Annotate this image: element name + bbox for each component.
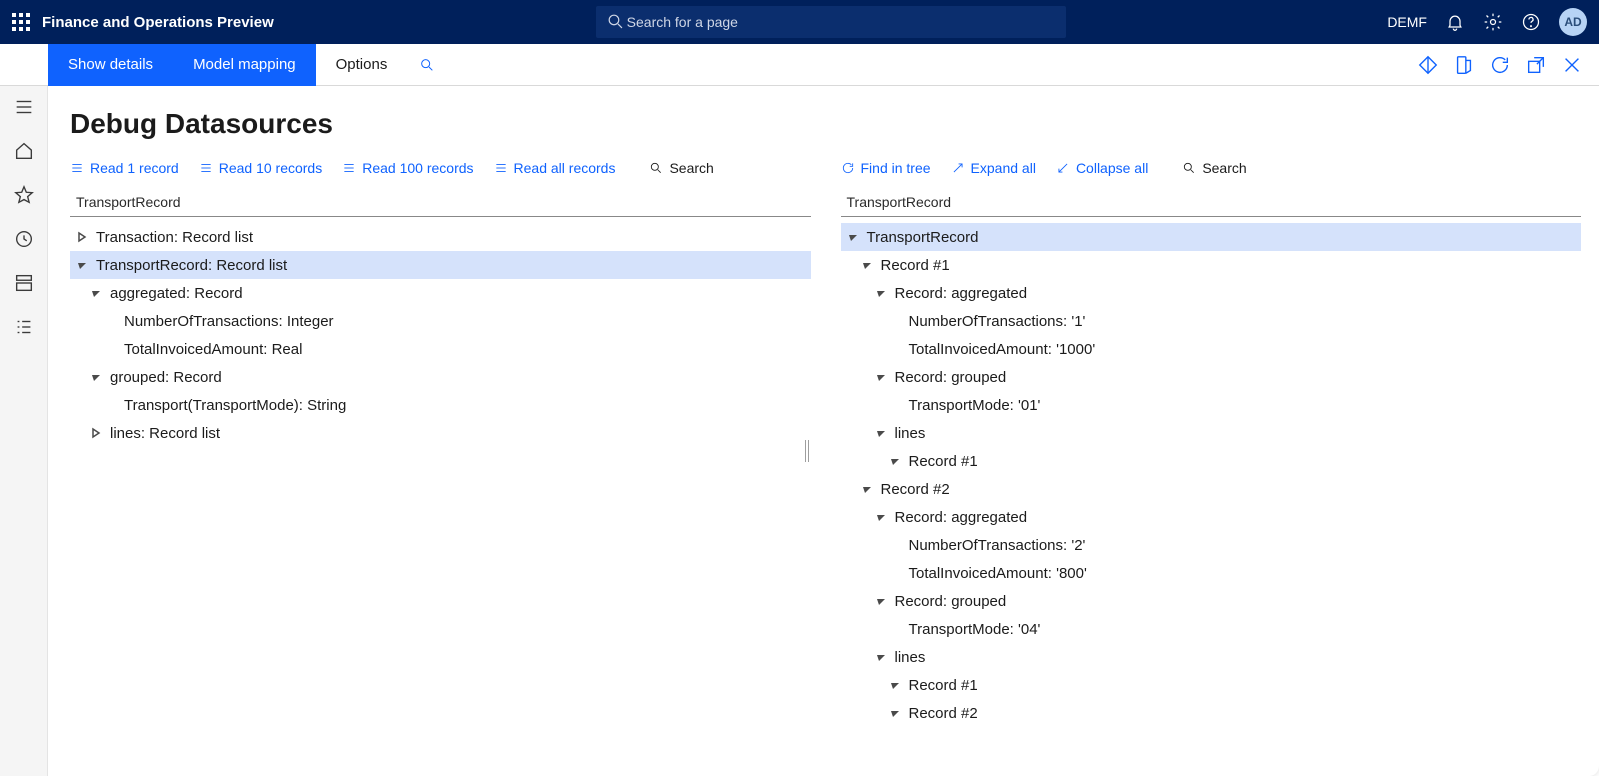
options-button[interactable]: Options (316, 44, 408, 86)
tree-node-label: Record: aggregated (895, 285, 1028, 302)
app-title: Finance and Operations Preview (42, 14, 274, 31)
tree-node[interactable]: TransportRecord: Record list (70, 251, 811, 279)
tree-node-label: TotalInvoicedAmount: '800' (909, 565, 1087, 582)
tree-node[interactable]: NumberOfTransactions: '2' (841, 531, 1582, 559)
tree-node[interactable]: Transaction: Record list (70, 223, 811, 251)
tree-node-label: TransportRecord (867, 229, 979, 246)
action-search-button[interactable] (407, 44, 447, 86)
tree-node[interactable]: Record: grouped (841, 587, 1582, 615)
tree-node-label: TransportMode: '04' (909, 621, 1041, 638)
tree-node-label: Record #2 (881, 481, 950, 498)
modules-icon[interactable] (13, 316, 35, 338)
tree-node-label: lines (895, 425, 926, 442)
tree-node[interactable]: Transport(TransportMode): String (70, 391, 811, 419)
tree-node[interactable]: NumberOfTransactions: '1' (841, 307, 1582, 335)
global-search[interactable] (596, 6, 1066, 38)
collapse-all-button[interactable]: Collapse all (1056, 160, 1148, 176)
read-100-records-button[interactable]: Read 100 records (342, 160, 473, 176)
model-mapping-button[interactable]: Model mapping (173, 44, 316, 86)
tree-node[interactable]: TransportRecord (841, 223, 1582, 251)
company-picker[interactable]: DEMF (1387, 14, 1427, 30)
gear-icon[interactable] (1483, 12, 1503, 32)
left-search-button[interactable]: Search (649, 160, 713, 176)
tree-node[interactable]: lines: Record list (70, 419, 811, 447)
right-search-button[interactable]: Search (1182, 160, 1246, 176)
tree-node-label: Record: grouped (895, 593, 1007, 610)
tree-node[interactable]: TransportMode: '04' (841, 615, 1582, 643)
topbar-right: DEMF AD (1387, 8, 1587, 36)
tree-node[interactable]: aggregated: Record (70, 279, 811, 307)
tree-node[interactable]: lines (841, 643, 1582, 671)
help-icon[interactable] (1521, 12, 1541, 32)
refresh-icon[interactable] (1489, 54, 1511, 76)
left-pane: Read 1 record Read 10 records Read 100 r… (70, 160, 811, 727)
tree-node[interactable]: Record: grouped (841, 363, 1582, 391)
tree-node[interactable]: NumberOfTransactions: Integer (70, 307, 811, 335)
topbar: Finance and Operations Preview DEMF AD (0, 0, 1599, 44)
tree-node[interactable]: TotalInvoicedAmount: Real (70, 335, 811, 363)
expand-all-button[interactable]: Expand all (951, 160, 1036, 176)
tree-node-label: Record #1 (881, 257, 950, 274)
left-pane-header: TransportRecord (70, 194, 811, 217)
page-title: Debug Datasources (70, 108, 1599, 140)
tree-node[interactable]: Record #2 (841, 475, 1582, 503)
tree-node-label: lines: Record list (110, 425, 220, 442)
splitter-handle[interactable] (805, 440, 813, 462)
left-tree: Transaction: Record list TransportRecord:… (70, 219, 811, 447)
tree-node[interactable]: lines (841, 419, 1582, 447)
action-bar: Show details Model mapping Options (0, 44, 1599, 86)
search-icon (606, 12, 625, 32)
tree-node[interactable]: grouped: Record (70, 363, 811, 391)
side-rail (0, 86, 48, 776)
tree-node-label: Record #2 (909, 705, 978, 722)
show-details-button[interactable]: Show details (48, 44, 173, 86)
tree-node-label: NumberOfTransactions: Integer (124, 313, 334, 330)
attachment-icon[interactable] (1453, 54, 1475, 76)
right-pane: Find in tree Expand all Collapse all Sea… (841, 160, 1599, 727)
find-in-tree-button[interactable]: Find in tree (841, 160, 931, 176)
tree-node-label: Record: aggregated (895, 509, 1028, 526)
tree-node[interactable]: TotalInvoicedAmount: '800' (841, 559, 1582, 587)
star-icon[interactable] (13, 184, 35, 206)
tree-node-label: TotalInvoicedAmount: '1000' (909, 341, 1096, 358)
recent-icon[interactable] (13, 228, 35, 250)
tree-node-label: Transaction: Record list (96, 229, 253, 246)
diamond-icon[interactable] (1417, 54, 1439, 76)
tree-node-label: TransportMode: '01' (909, 397, 1041, 414)
tree-node-label: NumberOfTransactions: '1' (909, 313, 1086, 330)
tree-node[interactable]: Record #1 (841, 251, 1582, 279)
tree-node-label: Record: grouped (895, 369, 1007, 386)
tree-node-label: Record #1 (909, 453, 978, 470)
tree-node-label: TransportRecord: Record list (96, 257, 287, 274)
workspaces-icon[interactable] (13, 272, 35, 294)
right-tree: TransportRecord Record #1 Record: aggregat… (841, 219, 1582, 727)
tree-node-label: TotalInvoicedAmount: Real (124, 341, 302, 358)
tree-node-label: Transport(TransportMode): String (124, 397, 346, 414)
tree-node[interactable]: TransportMode: '01' (841, 391, 1582, 419)
workspace: Debug Datasources Read 1 record Read 10 … (0, 86, 1599, 776)
tree-node-label: Record #1 (909, 677, 978, 694)
right-pane-header: TransportRecord (841, 194, 1582, 217)
bell-icon[interactable] (1445, 12, 1465, 32)
tree-node[interactable]: Record #1 (841, 447, 1582, 475)
home-icon[interactable] (13, 140, 35, 162)
tree-node-label: aggregated: Record (110, 285, 243, 302)
global-search-input[interactable] (625, 13, 1056, 31)
tree-node-label: NumberOfTransactions: '2' (909, 537, 1086, 554)
app-launcher-icon[interactable] (12, 13, 30, 31)
tree-node[interactable]: TotalInvoicedAmount: '1000' (841, 335, 1582, 363)
tree-node-label: grouped: Record (110, 369, 222, 386)
avatar[interactable]: AD (1559, 8, 1587, 36)
tree-node[interactable]: Record: aggregated (841, 279, 1582, 307)
read-1-record-button[interactable]: Read 1 record (70, 160, 179, 176)
tree-node[interactable]: Record: aggregated (841, 503, 1582, 531)
tree-node[interactable]: Record #1 (841, 671, 1582, 699)
hamburger-icon[interactable] (13, 96, 35, 118)
tree-node[interactable]: Record #2 (841, 699, 1582, 727)
read-10-records-button[interactable]: Read 10 records (199, 160, 323, 176)
popout-icon[interactable] (1525, 54, 1547, 76)
read-all-records-button[interactable]: Read all records (494, 160, 616, 176)
close-icon[interactable] (1561, 54, 1583, 76)
tree-node-label: lines (895, 649, 926, 666)
